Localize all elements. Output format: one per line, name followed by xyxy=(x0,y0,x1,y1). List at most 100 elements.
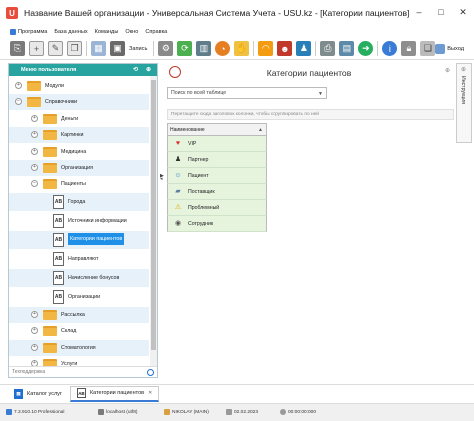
hand-icon[interactable]: ✋ xyxy=(234,41,250,56)
copy-icon[interactable]: ⎘ xyxy=(10,41,25,56)
sidebar-item[interactable]: AB Направляют xyxy=(9,250,149,268)
sidebar-item[interactable]: AB Организации xyxy=(9,288,149,306)
sidebar-item[interactable]: AB Города xyxy=(9,192,149,211)
tech-support-search[interactable]: Техподдержка xyxy=(9,366,157,377)
table-row[interactable]: ♥ VIP xyxy=(167,136,267,152)
chevron-down-icon[interactable]: ▼ xyxy=(318,91,323,97)
print-icon[interactable]: ⎙ xyxy=(320,41,336,56)
save-button[interactable]: Запись xyxy=(129,41,147,56)
gear-icon[interactable]: ⚙ xyxy=(158,41,174,56)
time-text: 00:00:00:000 xyxy=(288,409,317,415)
pin-icon[interactable]: ⊕ xyxy=(461,66,466,73)
sort-icon[interactable]: ▲ xyxy=(258,127,263,133)
table-row[interactable]: ▰ Поставщик xyxy=(167,184,267,200)
program-icon xyxy=(10,29,16,35)
window-icon[interactable]: ❏ xyxy=(420,41,436,56)
sidebar-item[interactable]: + Организация xyxy=(9,160,149,176)
database-icon xyxy=(98,409,104,415)
info-icon[interactable]: i xyxy=(382,41,398,56)
sidebar-item[interactable]: + Склад xyxy=(9,323,149,339)
tab-patient-categories[interactable]: AB Категории пациентов ✕ xyxy=(69,385,160,402)
tree-scrollbar[interactable] xyxy=(150,76,157,366)
minimize-button[interactable]: – xyxy=(412,6,426,18)
sidebar-item-label: Рассылка xyxy=(61,311,85,318)
save-icon[interactable]: ▣ xyxy=(110,41,125,56)
employee-icon: ◉ xyxy=(174,220,182,227)
refresh-icon[interactable]: ⟳ xyxy=(177,41,193,56)
collapse-icon[interactable]: − xyxy=(31,180,38,188)
toolbar-separator xyxy=(253,41,255,56)
folder-icon xyxy=(43,342,57,353)
window-tabs: ▤ Каталог услуг AB Категории пациентов ✕ xyxy=(0,384,474,402)
rss-icon[interactable]: ◠ xyxy=(258,41,274,56)
sidebar-item[interactable]: + Стоматология xyxy=(9,339,149,356)
maximize-button[interactable]: □ xyxy=(434,6,448,18)
expand-icon[interactable]: + xyxy=(31,131,38,139)
collapse-icon[interactable]: − xyxy=(15,98,22,106)
warning-icon: ⚠ xyxy=(174,204,182,211)
tab-services-catalog[interactable]: ▤ Каталог услуг xyxy=(8,386,68,402)
sidebar-item[interactable]: AB Источники информации xyxy=(9,212,149,230)
column-header-name[interactable]: Наименование ▲ xyxy=(167,123,267,136)
menu-help[interactable]: Справка xyxy=(145,29,167,35)
sidebar-item[interactable]: + Услуги xyxy=(9,356,149,366)
menu-database[interactable]: База данных xyxy=(54,29,87,35)
sidebar-item[interactable]: − Пациенты xyxy=(9,176,149,192)
menu-commands[interactable]: Команды xyxy=(95,29,119,35)
refresh-menu-icon[interactable]: ⟲ xyxy=(131,65,140,74)
table-icon[interactable]: ▤ xyxy=(339,41,355,56)
menu-program[interactable]: Программа xyxy=(10,29,47,35)
sidebar-item[interactable]: + Медицина xyxy=(9,144,149,160)
scrollbar-thumb[interactable] xyxy=(151,80,156,350)
close-icon[interactable]: ✕ xyxy=(148,390,152,396)
sidebar-item[interactable]: + Деньги xyxy=(9,111,149,127)
expand-icon[interactable]: + xyxy=(31,343,38,351)
row-name: Поставщик xyxy=(188,189,215,195)
sidebar-item[interactable]: − Справочники xyxy=(9,94,149,111)
sidebar-item-label: Категории пациентов xyxy=(68,232,125,245)
expand-icon[interactable]: + xyxy=(31,114,38,122)
user-text: NIKOLAY (MAIN) xyxy=(172,409,209,415)
edit-document-icon[interactable]: ✎ xyxy=(48,41,63,56)
new-document-icon[interactable]: + xyxy=(29,41,44,56)
sidebar-item[interactable]: AB Начисление бонусов xyxy=(9,268,149,287)
sidebar-item[interactable]: + Рассылка xyxy=(9,306,149,323)
filter-icon[interactable]: ▥ xyxy=(196,41,212,56)
close-button[interactable]: ✕ xyxy=(456,6,470,18)
table-row[interactable]: ⚠ Проблемный xyxy=(167,200,267,216)
exit-button[interactable]: Выход xyxy=(435,41,464,56)
menu-label: Программа xyxy=(18,29,48,35)
group-by-hint[interactable]: Перетащите сюда заголовок колонки, чтобы… xyxy=(167,109,454,120)
expand-icon[interactable]: + xyxy=(31,147,38,155)
expand-icon[interactable]: + xyxy=(31,310,38,318)
user-settings-icon[interactable]: ♟ xyxy=(296,41,312,56)
pin-icon[interactable]: ⊕ xyxy=(445,67,450,74)
tech-support-placeholder: Техподдержка xyxy=(12,369,46,375)
column-header-label: Наименование xyxy=(170,126,205,133)
color-wheel-icon[interactable]: ◔ xyxy=(215,41,231,56)
table-row[interactable]: ☺ Пациент xyxy=(167,168,267,184)
pin-icon[interactable]: ⊕ xyxy=(144,65,153,74)
sidebar-item-label: Направляют xyxy=(68,255,99,262)
lock-icon[interactable]: 🔒︎ xyxy=(401,41,417,56)
sidebar-item[interactable]: + Картинки xyxy=(9,127,149,144)
expand-icon[interactable]: + xyxy=(31,327,38,335)
menu-window[interactable]: Окно xyxy=(125,29,138,35)
table-row[interactable]: ◉ Сотрудник xyxy=(167,216,267,232)
search-icon[interactable] xyxy=(147,369,154,376)
forward-icon[interactable]: ➜ xyxy=(358,41,374,56)
users-icon[interactable]: ☻ xyxy=(277,41,293,56)
folder-icon xyxy=(27,81,41,91)
instruction-panel[interactable]: ⊕ Инструкция xyxy=(456,63,472,143)
sidebar-item[interactable]: AB Категории пациентов xyxy=(9,230,149,249)
expand-icon[interactable]: + xyxy=(31,164,38,171)
expand-icon[interactable]: + xyxy=(15,82,22,89)
status-version: 7.3.910.10 Professional xyxy=(6,409,64,415)
table-row[interactable]: ♟ Партнер xyxy=(167,152,267,168)
user-icon xyxy=(164,409,170,415)
sidebar-item-label: Стоматология xyxy=(61,344,96,351)
duplicate-document-icon[interactable]: ❐ xyxy=(67,41,82,56)
sidebar-item[interactable]: + Модули xyxy=(9,78,149,94)
table-search-combo[interactable]: Поиск по всей таблице ▼ xyxy=(167,87,327,99)
grid-view-icon[interactable]: ▦ xyxy=(91,41,106,56)
